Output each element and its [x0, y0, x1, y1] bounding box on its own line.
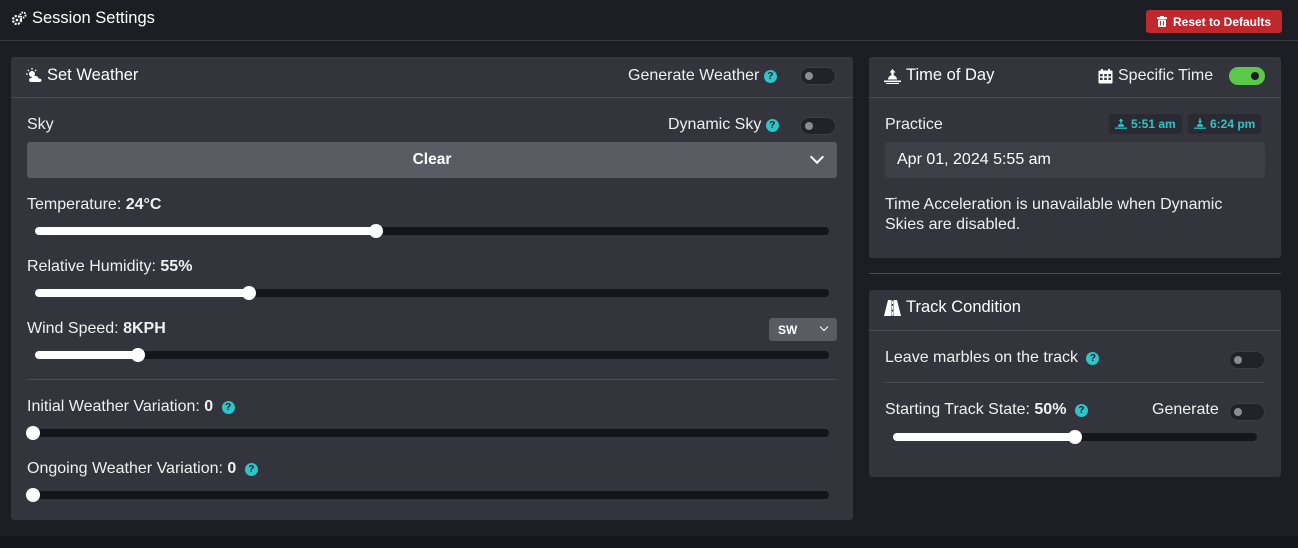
starting-track-state-slider[interactable] — [893, 430, 1257, 444]
time-of-day-title: Time of Day — [884, 66, 994, 85]
humidity-value: 55% — [160, 258, 193, 275]
slider-thumb[interactable] — [26, 488, 40, 502]
wind-speed-slider[interactable] — [35, 348, 829, 362]
sunrise-icon — [884, 68, 901, 84]
datetime-value: Apr 01, 2024 5:55 am — [897, 151, 1051, 168]
time-of-day-title-text: Time of Day — [906, 66, 995, 84]
temperature-value: 24°C — [125, 196, 162, 213]
datetime-input[interactable]: Apr 01, 2024 5:55 am — [885, 142, 1265, 178]
divider — [869, 273, 1281, 274]
specific-time-toggle[interactable] — [1229, 67, 1265, 85]
weather-panel-title-text: Set Weather — [47, 66, 139, 84]
generate-weather-label: Generate Weather ? — [628, 67, 777, 85]
temperature-slider[interactable] — [35, 224, 829, 238]
sky-label: Sky — [27, 116, 54, 133]
divider — [885, 382, 1265, 383]
marbles-toggle[interactable] — [1229, 351, 1265, 369]
dynamic-sky-label: Dynamic Sky ? — [668, 116, 779, 134]
time-of-day-panel: Time of Day Specific Time Practice 5:51 … — [869, 57, 1281, 258]
sky-select[interactable]: Clear — [27, 142, 837, 178]
sun-cloud-icon — [26, 68, 42, 82]
initial-variation-value: 0 — [204, 398, 214, 415]
help-icon[interactable]: ? — [244, 463, 258, 476]
session-label: Practice — [885, 116, 943, 133]
sunrise-icon — [1115, 118, 1127, 129]
help-icon[interactable]: ? — [1086, 352, 1100, 365]
marbles-label: Leave marbles on the track ? — [885, 349, 1100, 367]
time-of-day-header: Time of Day Specific Time — [869, 57, 1281, 98]
sunrise-badge: 5:51 am — [1109, 114, 1182, 134]
track-condition-title-text: Track Condition — [906, 298, 1021, 316]
wind-direction-select[interactable]: SW — [769, 318, 837, 341]
starting-track-state-label: Starting Track State: 50% ? — [885, 401, 1088, 419]
generate-weather-toggle[interactable] — [800, 67, 836, 85]
bottom-strip — [0, 536, 1298, 548]
dynamic-sky-toggle[interactable] — [800, 117, 836, 135]
calendar-icon — [1098, 68, 1113, 83]
sunset-badge: 6:24 pm — [1188, 114, 1262, 134]
chevron-down-icon — [819, 322, 829, 332]
time-acceleration-note: Time Acceleration is unavailable when Dy… — [885, 196, 1223, 233]
help-icon[interactable]: ? — [765, 119, 779, 132]
help-icon[interactable]: ? — [1074, 404, 1088, 417]
track-generate-label: Generate — [1152, 401, 1219, 418]
page-title: Session Settings — [11, 9, 155, 28]
humidity-label: Relative Humidity: 55% — [27, 258, 193, 275]
starting-track-state-value: 50% — [1034, 401, 1067, 418]
reset-to-defaults-button[interactable]: Reset to Defaults — [1146, 10, 1282, 33]
top-bar: Session Settings Reset to Defaults — [0, 0, 1298, 41]
wind-speed-label: Wind Speed: 8KPH — [27, 320, 166, 337]
slider-thumb[interactable] — [26, 426, 40, 440]
initial-variation-slider[interactable] — [26, 426, 829, 440]
track-condition-header: Track Condition — [869, 290, 1281, 331]
slider-thumb[interactable] — [369, 224, 384, 238]
ongoing-variation-value: 0 — [227, 460, 237, 477]
settings-cogs-icon — [11, 11, 27, 25]
slider-thumb[interactable] — [242, 286, 257, 300]
divider — [27, 379, 837, 380]
help-icon[interactable]: ? — [763, 70, 777, 83]
sky-select-value: Clear — [412, 151, 452, 168]
weather-panel: Set Weather Generate Weather ? Sky Dynam… — [11, 57, 853, 520]
initial-variation-label: Initial Weather Variation: 0 ? — [27, 398, 235, 416]
sunset-time: 6:24 pm — [1210, 117, 1256, 131]
weather-panel-header: Set Weather Generate Weather ? — [11, 57, 853, 98]
humidity-slider[interactable] — [35, 286, 829, 300]
wind-speed-value: 8KPH — [123, 320, 166, 337]
slider-thumb[interactable] — [1068, 430, 1082, 444]
sunset-icon — [1194, 118, 1206, 129]
road-icon — [884, 299, 901, 316]
wind-direction-value: SW — [778, 323, 798, 337]
help-icon[interactable]: ? — [221, 401, 235, 414]
sunrise-time: 5:51 am — [1131, 117, 1176, 131]
page-title-text: Session Settings — [32, 9, 155, 27]
specific-time-label: Specific Time — [1098, 67, 1213, 85]
temperature-label: Temperature: 24°C — [27, 196, 162, 213]
track-condition-title: Track Condition — [884, 298, 1021, 317]
weather-panel-title: Set Weather — [26, 66, 138, 85]
ongoing-variation-label: Ongoing Weather Variation: 0 ? — [27, 460, 258, 478]
reset-button-label: Reset to Defaults — [1172, 14, 1272, 29]
track-generate-toggle[interactable] — [1229, 403, 1265, 421]
track-condition-panel: Track Condition Leave marbles on the tra… — [869, 290, 1281, 477]
slider-thumb[interactable] — [131, 348, 146, 362]
trash-icon — [1156, 16, 1167, 27]
ongoing-variation-slider[interactable] — [26, 488, 829, 502]
